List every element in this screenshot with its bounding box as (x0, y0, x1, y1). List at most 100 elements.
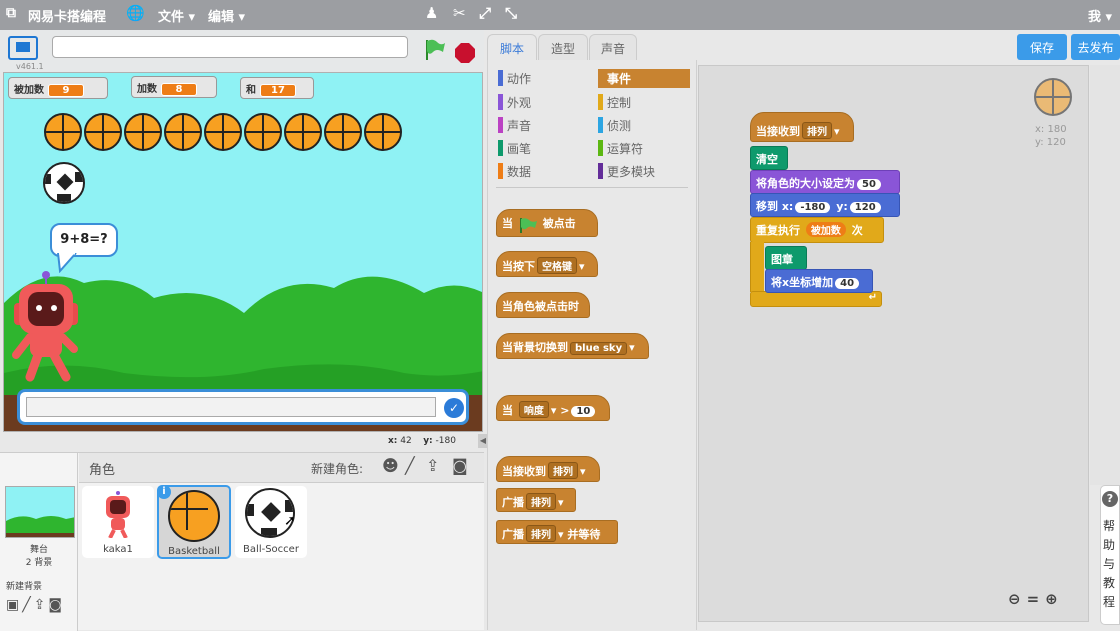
tab-sounds[interactable]: 声音 (589, 34, 637, 60)
script-change-x[interactable]: 将x坐标增加 40 (765, 269, 873, 293)
sprite-tile-ball-soccer[interactable]: Ball-Soccer (235, 486, 307, 558)
logo-icon[interactable]: ⧉ (6, 5, 16, 21)
sprite-name: Ball-Soccer (243, 544, 299, 555)
basketball-stamp (364, 113, 402, 151)
upload-icon[interactable]: ⇪ (34, 597, 49, 613)
category-motion[interactable]: 动作 (498, 70, 531, 86)
block-broadcast[interactable]: 广播 排列 ▾ (496, 488, 576, 512)
fullscreen-icon[interactable] (8, 36, 38, 60)
camera-sprite-icon[interactable]: ◙ (452, 456, 468, 475)
script-set-size[interactable]: 将角色的大小设定为 50 (750, 170, 900, 194)
camera-icon[interactable]: ◙ (48, 597, 65, 613)
upload-sprite-icon[interactable]: ⇪ (426, 456, 439, 475)
sprite-name: Basketball (168, 546, 220, 557)
help-panel[interactable]: ? 帮助与教程 (1100, 485, 1120, 625)
stage-column: 舞台 2 背景 新建背景 ▣╱⇪◙ (0, 453, 78, 631)
delete-icon[interactable]: ✂ (453, 4, 466, 22)
backdrop-tools: ▣╱⇪◙ (6, 597, 65, 613)
basketball-stamp (124, 113, 162, 151)
category-data[interactable]: 数据 (498, 163, 531, 179)
category-pen[interactable]: 画笔 (498, 140, 531, 156)
app-name[interactable]: 网易卡搭编程 (28, 6, 106, 25)
basketball-stamp (44, 113, 82, 151)
shrink-icon[interactable]: ⤡ (505, 4, 517, 22)
project-title-input[interactable] (52, 36, 408, 58)
paint-brush-icon[interactable]: ╱ (22, 597, 33, 613)
stage-thumbnail[interactable] (5, 486, 75, 538)
script-goto-xy[interactable]: 移到 x: -180 y: 120 (750, 193, 900, 217)
sprite-tile-basketball[interactable]: i Basketball (157, 485, 231, 559)
block-when-sprite-clicked[interactable]: 当角色被点击时 (496, 292, 590, 318)
grow-icon[interactable]: ⤢ (479, 4, 491, 22)
answer-input[interactable] (26, 397, 436, 417)
block-broadcast-and-wait[interactable]: 广播 排列 ▾ 并等待 (496, 520, 618, 544)
script-clear[interactable]: 清空 (750, 146, 788, 170)
script-when-receive[interactable]: 当接收到 排列 ▾ (750, 112, 854, 142)
basketball-stamp (244, 113, 282, 151)
soccer-ball-sprite[interactable] (43, 162, 85, 204)
block-when-flag-clicked[interactable]: 当 被点击 (496, 209, 598, 237)
stage-label: 舞台 (29, 545, 48, 555)
green-flag-icon[interactable] (423, 38, 447, 62)
category-operators[interactable]: 运算符 (598, 140, 643, 156)
info-icon[interactable]: i (157, 485, 171, 499)
zoom-in-icon[interactable]: ⊕ (1045, 590, 1064, 608)
category-events[interactable]: 事件 (598, 69, 690, 88)
stage[interactable]: 被加数 9 加数 8 和 17 9+8=? ✓ (3, 72, 483, 432)
publish-button[interactable]: 去发布 (1071, 34, 1120, 60)
zoom-out-icon[interactable]: ⊖ (1008, 590, 1027, 608)
save-button[interactable]: 保存 (1017, 34, 1067, 60)
sprite-library-icon[interactable]: ☻ (382, 456, 399, 475)
sprite-pane: 舞台 2 背景 新建背景 ▣╱⇪◙ 角色 新建角色: ☻ ╱ ⇪ ◙ kaka1… (0, 452, 484, 631)
tab-scripts[interactable]: 脚本 (487, 34, 537, 60)
script-stamp[interactable]: 图章 (765, 246, 807, 270)
script-area[interactable]: 当接收到 排列 ▾ 清空 将角色的大小设定为 50 移到 x: -180 y: 120 重… (698, 65, 1089, 622)
kaka-sprite[interactable] (6, 269, 86, 384)
stop-icon[interactable] (455, 43, 475, 63)
category-control[interactable]: 控制 (598, 94, 631, 110)
menu-file[interactable]: 文件 ▾ (158, 6, 195, 25)
stage-toolbar: v461.1 (0, 30, 484, 72)
block-when-key-pressed[interactable]: 当按下 空格键 ▾ (496, 251, 598, 277)
tab-costumes[interactable]: 造型 (538, 34, 588, 60)
sprite-position: x: 180 y: 120 (1035, 124, 1067, 148)
basketball-stamp (284, 113, 322, 151)
repeat-arm (750, 242, 764, 292)
monitor-addend2: 加数 8 (131, 76, 217, 98)
sprite-name: kaka1 (103, 544, 133, 555)
menu-edit[interactable]: 编辑 ▾ (208, 6, 245, 25)
repeat-header: 重复执行 被加数 次 (750, 217, 884, 243)
menu-bar: ⧉ 网易卡搭编程 🌐 文件 ▾ 编辑 ▾ ♟ ✂ ⤢ ⤡ 我 ▾ (0, 0, 1120, 30)
right-gutter (1090, 65, 1120, 485)
duplicate-icon[interactable]: ♟ (425, 4, 438, 22)
block-when-sensor-greater[interactable]: 当 响度 ▾ >10 (496, 395, 610, 421)
paint-sprite-icon[interactable]: ╱ (405, 456, 415, 475)
block-when-backdrop-switches[interactable]: 当背景切换到 blue sky ▾ (496, 333, 649, 359)
block-when-receive[interactable]: 当接收到 排列 ▾ (496, 456, 600, 482)
current-sprite-thumbnail (1034, 78, 1072, 116)
ask-prompt-box: ✓ (17, 389, 469, 425)
sprites-header: 角色 新建角色: ☻ ╱ ⇪ ◙ (79, 453, 484, 483)
help-icon: ? (1102, 491, 1118, 507)
category-looks[interactable]: 外观 (498, 94, 531, 110)
version-label: v461.1 (16, 62, 44, 71)
basketball-stamp (204, 113, 242, 151)
sprites-title: 角色 (89, 463, 116, 478)
category-sound[interactable]: 声音 (498, 117, 531, 133)
user-menu[interactable]: 我 ▾ (1088, 6, 1112, 25)
check-icon[interactable]: ✓ (444, 398, 464, 418)
repeat-footer: ↵ (750, 291, 882, 307)
category-sensing[interactable]: 侦测 (598, 117, 631, 133)
paint-library-icon[interactable]: ▣ (6, 597, 22, 613)
help-label: 帮助与教程 (1103, 519, 1116, 609)
basketball-stamp (324, 113, 362, 151)
zoom-reset-icon[interactable]: = (1027, 590, 1046, 608)
script-repeat[interactable]: 重复执行 被加数 次 ↵ 图章 将x坐标增加 40 (750, 217, 884, 309)
category-more-blocks[interactable]: 更多模块 (598, 163, 655, 179)
sprite-tile-kaka1[interactable]: kaka1 (82, 486, 154, 558)
monitor-addend1: 被加数 9 (8, 77, 108, 99)
globe-icon[interactable]: 🌐 (126, 4, 145, 22)
mouse-cursor-icon: ➚ (284, 513, 296, 529)
new-backdrop-label: 新建背景 (6, 582, 43, 592)
monitor-sum: 和 17 (240, 77, 314, 99)
